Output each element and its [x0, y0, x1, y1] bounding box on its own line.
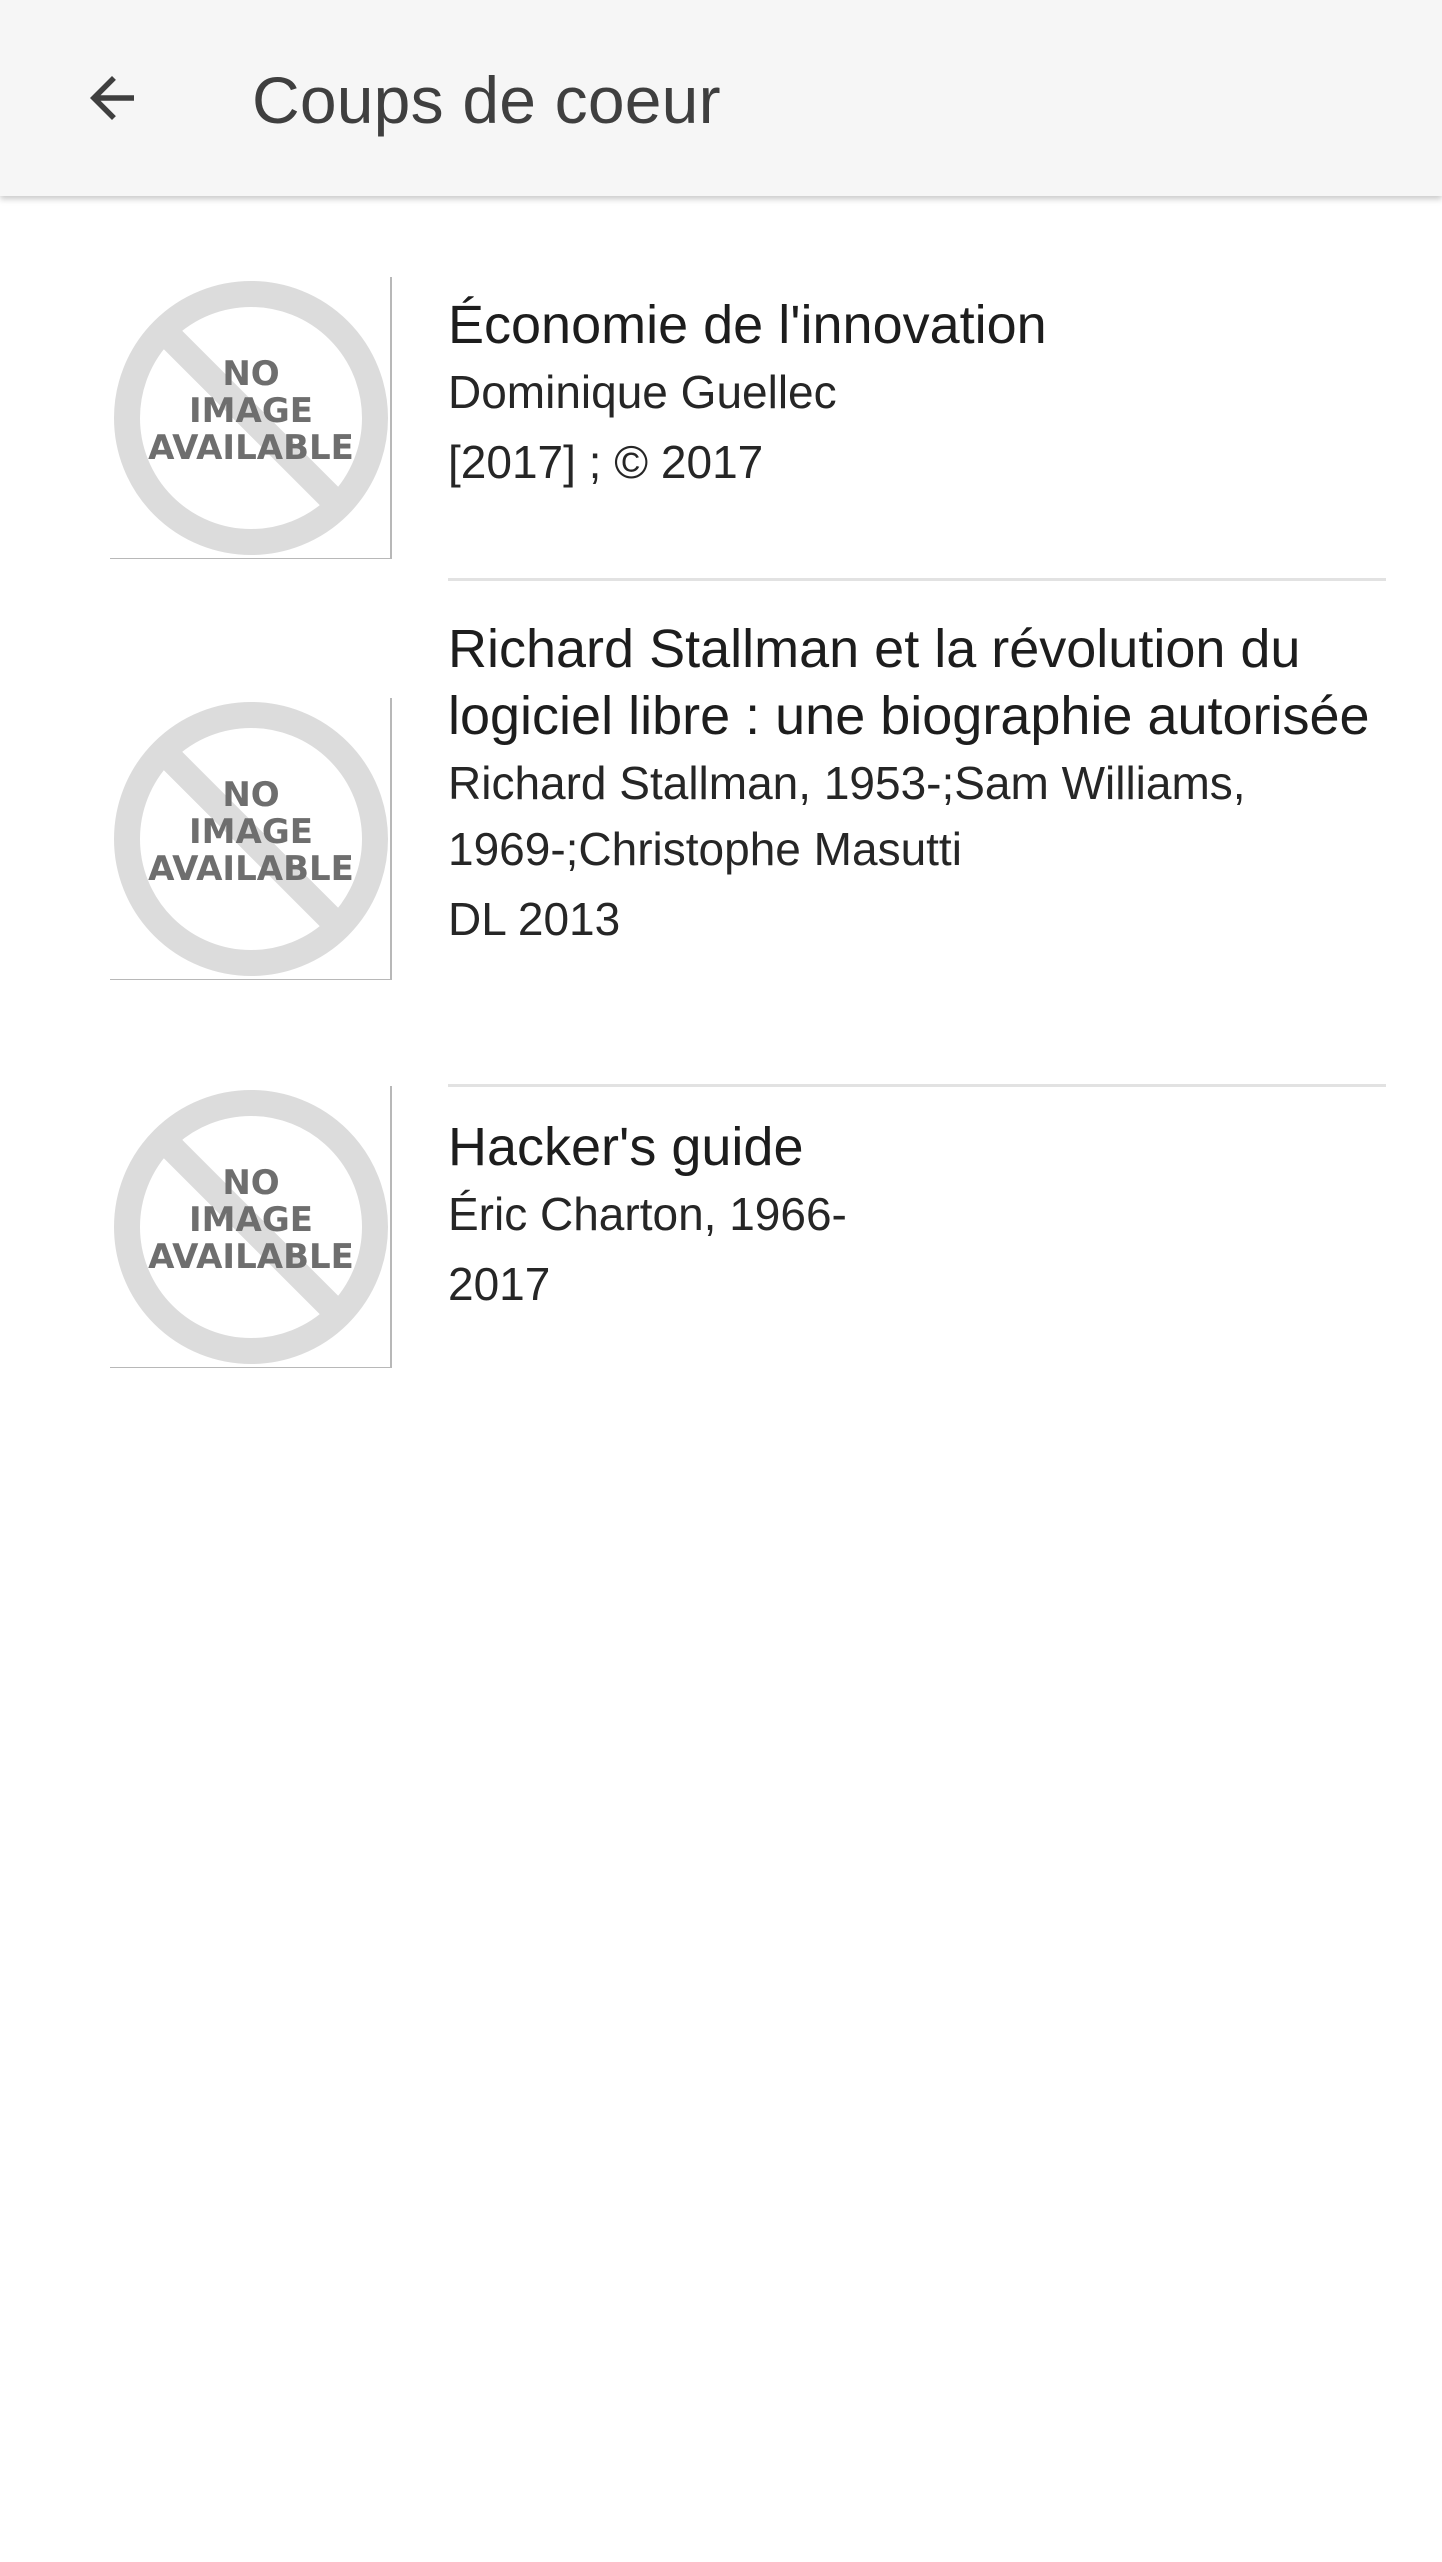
no-image-thumbnail: NO IMAGE AVAILABLE [110, 698, 392, 980]
no-image-text-line2: IMAGE [189, 391, 313, 431]
back-button[interactable] [66, 52, 158, 144]
item-author: Éric Charton, 1966- [448, 1188, 847, 1240]
no-image-text-line2: IMAGE [189, 1200, 313, 1240]
no-image-text-line3: AVAILABLE [148, 849, 354, 889]
item-date: [2017] ; © 2017 [448, 436, 764, 488]
no-image-thumbnail: NO IMAGE AVAILABLE [110, 277, 392, 559]
no-image-text-line1: NO [222, 354, 279, 394]
app-bar: Coups de coeur [0, 0, 1442, 196]
item-title: Richard Stallman et la révolution du log… [448, 619, 1370, 746]
item-title: Économie de l'innovation [448, 295, 1047, 355]
no-image-text-line1: NO [222, 1163, 279, 1203]
item-title: Hacker's guide [448, 1117, 804, 1177]
no-image-icon: NO IMAGE AVAILABLE [114, 702, 388, 976]
no-image-text-line1: NO [222, 775, 279, 815]
no-image-icon: NO IMAGE AVAILABLE [114, 1090, 388, 1364]
list-item[interactable]: NO IMAGE AVAILABLE Richard Stallman et l… [0, 580, 1442, 1087]
no-image-text-line2: IMAGE [189, 812, 313, 852]
item-text: Économie de l'innovation Dominique Guell… [448, 292, 1386, 499]
item-text: Hacker's guide Éric Charton, 1966- 2017 [448, 1114, 982, 1321]
item-author: Dominique Guellec [448, 366, 837, 418]
item-date: DL 2013 [448, 893, 621, 945]
item-text: Richard Stallman et la révolution du log… [448, 616, 1386, 956]
no-image-icon: NO IMAGE AVAILABLE [114, 281, 388, 555]
list-item[interactable]: NO IMAGE AVAILABLE Économie de l'innovat… [0, 196, 1442, 581]
no-image-thumbnail: NO IMAGE AVAILABLE [110, 1086, 392, 1368]
item-date: 2017 [448, 1258, 551, 1310]
no-image-text-line3: AVAILABLE [148, 428, 354, 468]
arrow-back-icon [90, 76, 134, 120]
screen: Coups de coeur NO IMAGE AVAILABLE Économ… [0, 0, 1442, 2562]
item-author: Richard Stallman, 1953-;Sam Williams, 19… [448, 757, 1246, 875]
favorites-list: NO IMAGE AVAILABLE Économie de l'innovat… [0, 196, 1442, 1416]
list-item[interactable]: NO IMAGE AVAILABLE Hacker's guide Éric C… [0, 1086, 1442, 1416]
no-image-text-line3: AVAILABLE [148, 1237, 354, 1277]
page-title: Coups de coeur [252, 63, 721, 137]
